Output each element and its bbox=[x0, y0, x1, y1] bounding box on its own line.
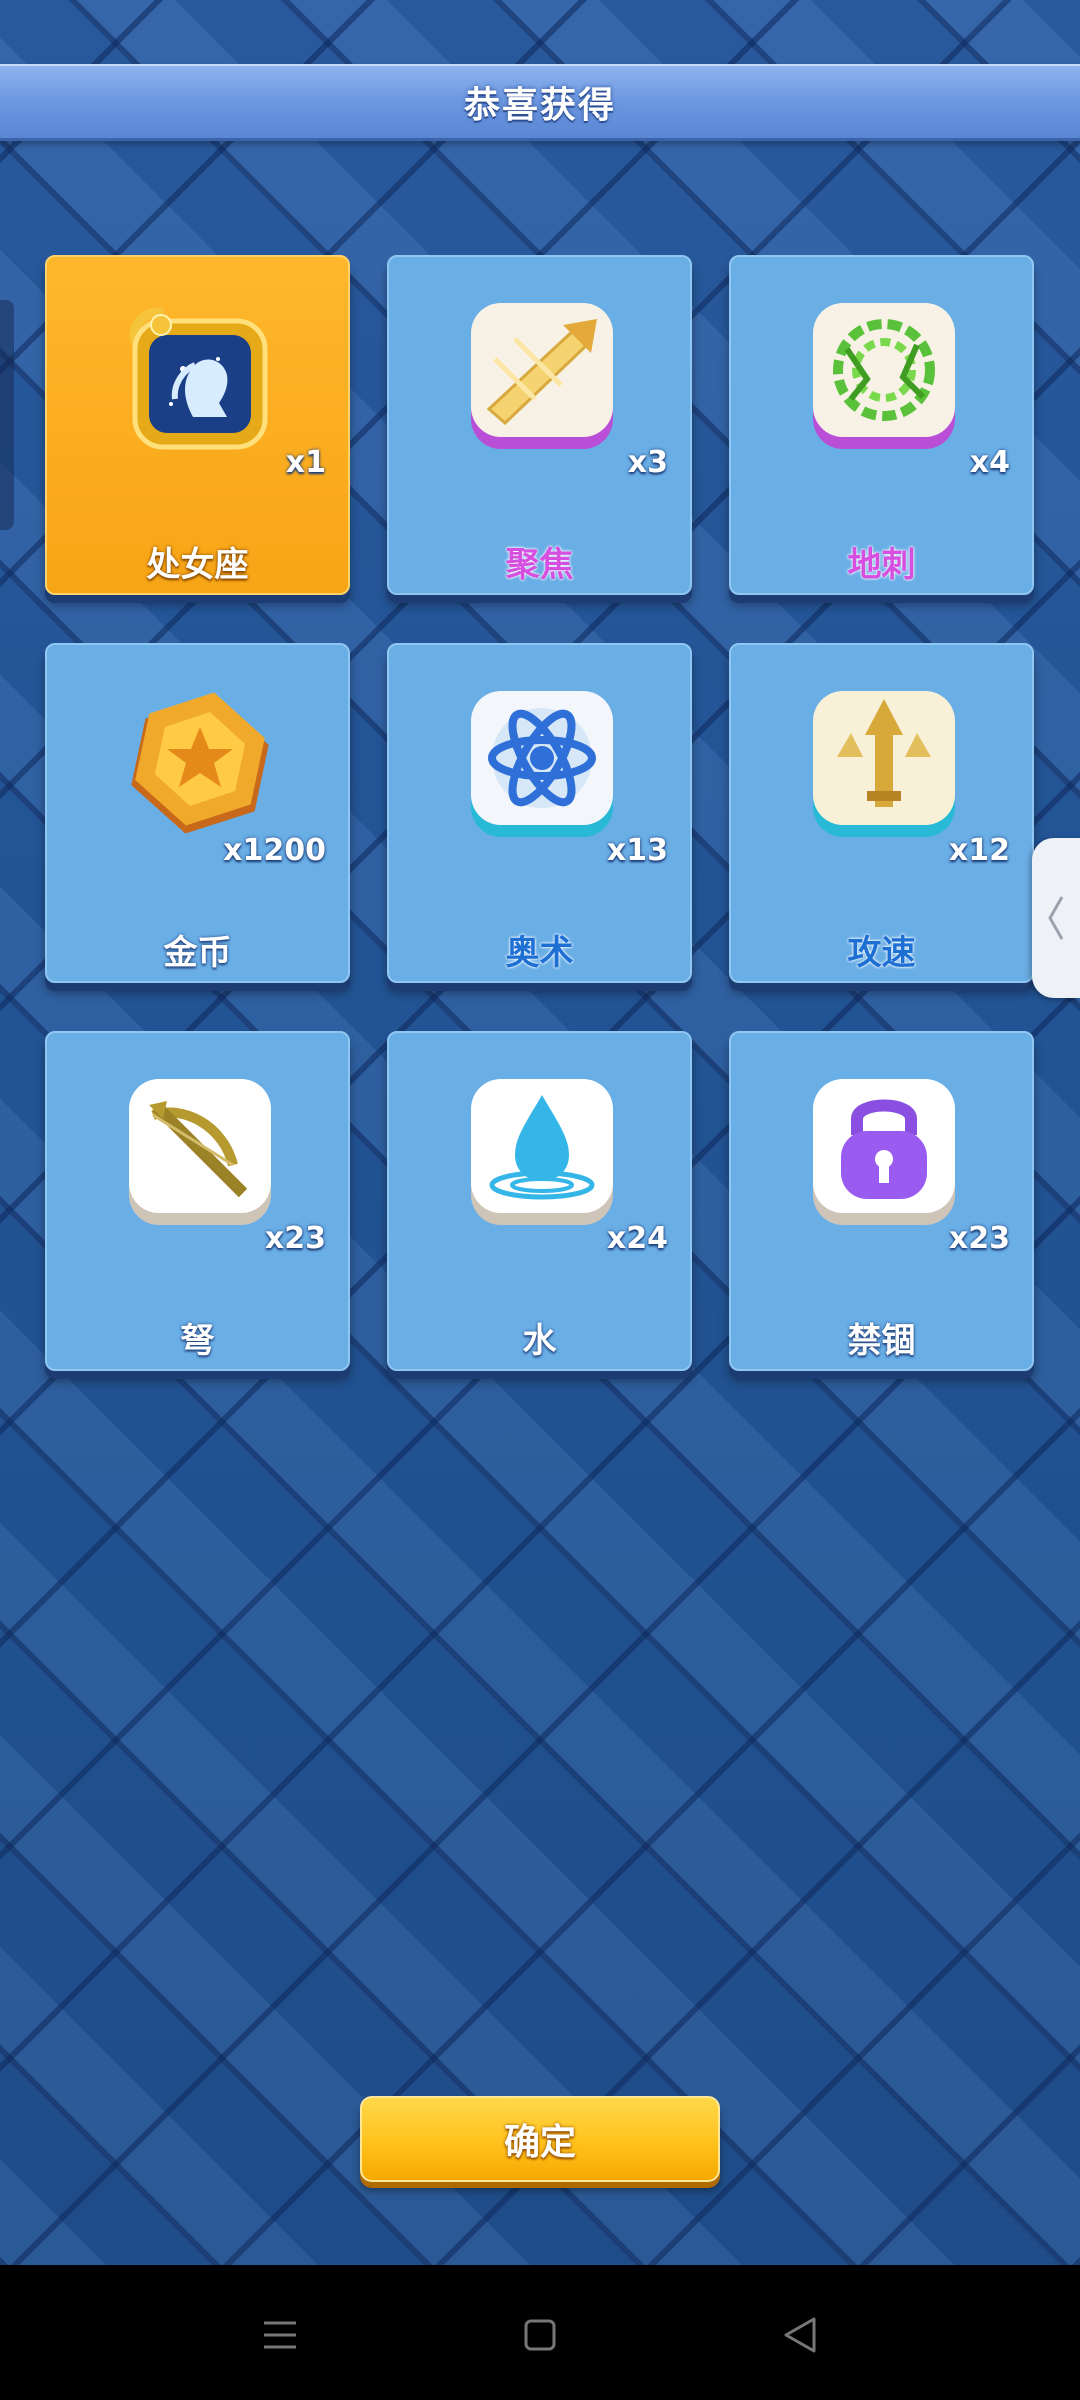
reward-count: x1 bbox=[285, 445, 326, 480]
reward-count: x12 bbox=[948, 833, 1010, 868]
lock-icon bbox=[807, 1075, 961, 1229]
attack-speed-icon bbox=[807, 687, 961, 841]
reward-name: 奥术 bbox=[505, 933, 574, 973]
back-icon[interactable] bbox=[770, 2305, 830, 2365]
gold-coin-icon bbox=[123, 687, 277, 841]
reward-count: x1200 bbox=[223, 833, 326, 868]
focus-icon bbox=[465, 299, 619, 453]
reward-card-attack-speed[interactable]: x12 攻速 bbox=[729, 643, 1034, 983]
crossbow-icon bbox=[123, 1075, 277, 1229]
reward-card-arcane[interactable]: x13 奥术 bbox=[387, 643, 692, 983]
reward-card-focus[interactable]: x3 聚焦 bbox=[387, 255, 692, 595]
reward-name: 禁锢 bbox=[847, 1321, 916, 1361]
reward-name: 攻速 bbox=[847, 933, 916, 973]
menu-icon[interactable] bbox=[250, 2305, 310, 2365]
reward-card-crossbow[interactable]: x23 弩 bbox=[45, 1031, 350, 1371]
reward-count: x3 bbox=[627, 445, 668, 480]
confirm-label: 确定 bbox=[503, 2122, 576, 2163]
reward-count: x13 bbox=[606, 833, 668, 868]
water-drop-icon bbox=[465, 1075, 619, 1229]
reward-name: 金币 bbox=[163, 933, 232, 973]
reward-title-bar: 恭喜获得 bbox=[0, 64, 1080, 141]
reward-count: x24 bbox=[606, 1221, 668, 1256]
left-edge-tab[interactable] bbox=[0, 300, 14, 530]
reward-card-thorns[interactable]: x4 地刺 bbox=[729, 255, 1034, 595]
reward-card-lock[interactable]: x23 禁锢 bbox=[729, 1031, 1034, 1371]
reward-name: 处女座 bbox=[146, 545, 249, 585]
reward-name: 水 bbox=[522, 1321, 557, 1361]
reward-name: 弩 bbox=[180, 1321, 215, 1361]
home-icon[interactable] bbox=[510, 2305, 570, 2365]
reward-card-gold-coin[interactable]: x1200 金币 bbox=[45, 643, 350, 983]
chevron-left-icon bbox=[1048, 896, 1064, 940]
reward-count: x23 bbox=[948, 1221, 1010, 1256]
thorns-icon bbox=[807, 299, 961, 453]
reward-name: 地刺 bbox=[847, 545, 916, 585]
page-title: 恭喜获得 bbox=[463, 85, 616, 126]
reward-card-virgo[interactable]: x1 处女座 bbox=[45, 255, 350, 595]
confirm-button[interactable]: 确定 bbox=[360, 2096, 720, 2182]
virgo-constellation-icon bbox=[123, 299, 277, 453]
system-navigation-bar bbox=[0, 2265, 1080, 2400]
reward-count: x23 bbox=[264, 1221, 326, 1256]
reward-name: 聚焦 bbox=[505, 545, 574, 585]
reward-card-water[interactable]: x24 水 bbox=[387, 1031, 692, 1371]
side-panel-tab[interactable] bbox=[1032, 838, 1080, 998]
arcane-icon bbox=[465, 687, 619, 841]
reward-count: x4 bbox=[969, 445, 1010, 480]
